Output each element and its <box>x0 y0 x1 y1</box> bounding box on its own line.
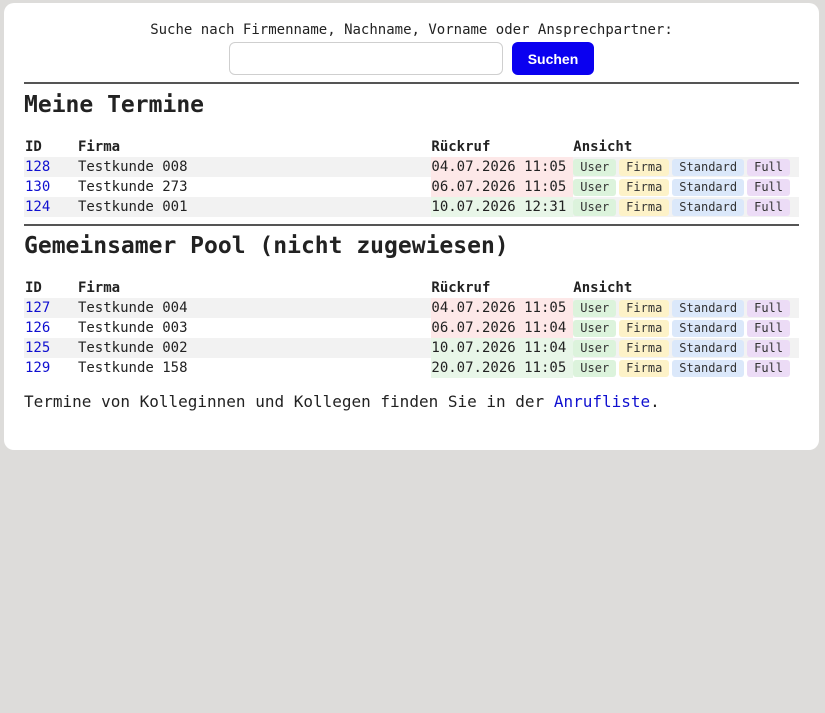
view-full-button[interactable]: Full <box>747 359 790 377</box>
column-header: Firma <box>77 139 121 155</box>
search-input[interactable] <box>229 42 503 75</box>
table-row: 124 Testkunde 001 10.07.2026 12:31 User Firm… <box>24 197 799 217</box>
id-cell: 130 <box>24 177 78 197</box>
view-standard-button[interactable]: Standard <box>672 319 745 337</box>
view-firma-button[interactable]: Firma <box>619 319 670 337</box>
column-header: Ansicht <box>573 139 633 155</box>
firma-cell: Testkunde 158 <box>77 360 188 376</box>
section-title-meine-termine: Meine Termine <box>24 92 205 118</box>
firma-cell: Testkunde 003 <box>77 320 188 336</box>
view-firma-button[interactable]: Firma <box>619 198 670 216</box>
column-header: Rückruf <box>431 139 491 155</box>
ansicht-cell: User Firma Standard Full <box>573 318 799 338</box>
id-cell: 124 <box>24 197 78 217</box>
view-standard-button[interactable]: Standard <box>672 299 745 317</box>
view-firma-button[interactable]: Firma <box>619 339 670 357</box>
id-cell: 125 <box>24 338 78 358</box>
view-user-button[interactable]: User <box>573 158 617 176</box>
ansicht-cell: User Firma Standard Full <box>573 197 799 217</box>
divider <box>24 224 799 226</box>
ansicht-cell: User Firma Standard Full <box>573 338 799 358</box>
table-header-row: ID Firma Rückruf Ansicht <box>24 137 799 157</box>
id-cell: 127 <box>24 298 78 318</box>
id-link[interactable]: 124 <box>25 199 50 215</box>
rueckruf-cell: 04.07.2026 11:05 <box>431 298 574 318</box>
rueckruf-cell: 06.07.2026 11:04 <box>431 318 574 338</box>
view-standard-button[interactable]: Standard <box>672 178 745 196</box>
table-row: 126 Testkunde 003 06.07.2026 11:04 User Firm… <box>24 318 799 338</box>
view-firma-button[interactable]: Firma <box>619 178 670 196</box>
column-header: Rückruf <box>431 280 491 296</box>
divider <box>24 82 799 84</box>
view-full-button[interactable]: Full <box>747 299 790 317</box>
view-full-button[interactable]: Full <box>747 319 790 337</box>
search-label: Suche nach Firmenname, Nachname, Vorname… <box>150 22 673 38</box>
view-standard-button[interactable]: Standard <box>672 359 745 377</box>
table-row: 125 Testkunde 002 10.07.2026 11:04 User Firm… <box>24 338 799 358</box>
view-standard-button[interactable]: Standard <box>672 198 745 216</box>
search-area: Suche nach Firmenname, Nachname, Vorname… <box>24 3 799 75</box>
view-user-button[interactable]: User <box>573 198 617 216</box>
view-firma-button[interactable]: Firma <box>619 158 670 176</box>
search-button[interactable]: Suchen <box>512 42 594 75</box>
view-user-button[interactable]: User <box>573 178 617 196</box>
search-row: Suchen <box>24 42 799 75</box>
view-user-button[interactable]: User <box>573 339 617 357</box>
firma-cell: Testkunde 004 <box>77 298 432 318</box>
id-link[interactable]: 126 <box>25 320 50 336</box>
ansicht-cell: User Firma Standard Full <box>573 298 799 318</box>
table-header-row: ID Firma Rückruf Ansicht <box>24 278 799 298</box>
table-meine-termine: ID Firma Rückruf Ansicht 128 Testkunde 008 04.… <box>24 137 799 217</box>
table-row: 130 Testkunde 273 06.07.2026 11:05 User Firm… <box>24 177 799 197</box>
column-header: Firma <box>77 280 121 296</box>
section-title-pool: Gemeinsamer Pool (nicht zugewiesen) <box>24 233 509 259</box>
id-link[interactable]: 127 <box>25 300 50 316</box>
id-link[interactable]: 130 <box>25 179 50 195</box>
ansicht-cell: User Firma Standard Full <box>573 358 799 378</box>
anrufliste-link[interactable]: Anrufliste <box>554 392 650 411</box>
view-full-button[interactable]: Full <box>747 339 790 357</box>
firma-cell: Testkunde 001 <box>77 197 432 217</box>
table-row: 128 Testkunde 008 04.07.2026 11:05 User Firm… <box>24 157 799 177</box>
ansicht-cell: User Firma Standard Full <box>573 177 799 197</box>
rueckruf-cell: 10.07.2026 11:04 <box>431 338 574 358</box>
rueckruf-cell: 04.07.2026 11:05 <box>431 157 574 177</box>
view-full-button[interactable]: Full <box>747 158 790 176</box>
view-user-button[interactable]: User <box>573 359 617 377</box>
column-header: ID <box>25 280 42 296</box>
view-user-button[interactable]: User <box>573 299 617 317</box>
view-firma-button[interactable]: Firma <box>619 299 670 317</box>
view-standard-button[interactable]: Standard <box>672 158 745 176</box>
table-pool: ID Firma Rückruf Ansicht 127 Testkunde 004 04.… <box>24 278 799 378</box>
rueckruf-cell: 06.07.2026 11:05 <box>431 177 574 197</box>
firma-cell: Testkunde 008 <box>77 157 432 177</box>
footer-note: Termine von Kolleginnen und Kollegen fin… <box>24 392 799 411</box>
id-link[interactable]: 125 <box>25 340 50 356</box>
rueckruf-cell: 20.07.2026 11:05 <box>431 358 574 378</box>
column-header: ID <box>25 139 42 155</box>
rueckruf-cell: 10.07.2026 12:31 <box>431 197 574 217</box>
firma-cell: Testkunde 273 <box>77 179 188 195</box>
id-link[interactable]: 128 <box>25 159 50 175</box>
firma-cell: Testkunde 002 <box>77 338 432 358</box>
view-standard-button[interactable]: Standard <box>672 339 745 357</box>
view-full-button[interactable]: Full <box>747 198 790 216</box>
id-cell: 129 <box>24 358 78 378</box>
view-firma-button[interactable]: Firma <box>619 359 670 377</box>
table-row: 127 Testkunde 004 04.07.2026 11:05 User Firm… <box>24 298 799 318</box>
view-user-button[interactable]: User <box>573 319 617 337</box>
view-full-button[interactable]: Full <box>747 178 790 196</box>
column-header: Ansicht <box>573 280 633 296</box>
id-link[interactable]: 129 <box>25 360 50 376</box>
footer-suffix: . <box>650 392 660 411</box>
main-card: Suche nach Firmenname, Nachname, Vorname… <box>4 3 819 450</box>
id-cell: 126 <box>24 318 78 338</box>
table-row: 129 Testkunde 158 20.07.2026 11:05 User Firm… <box>24 358 799 378</box>
footer-text: Termine von Kolleginnen und Kollegen fin… <box>24 392 554 411</box>
ansicht-cell: User Firma Standard Full <box>573 157 799 177</box>
id-cell: 128 <box>24 157 78 177</box>
